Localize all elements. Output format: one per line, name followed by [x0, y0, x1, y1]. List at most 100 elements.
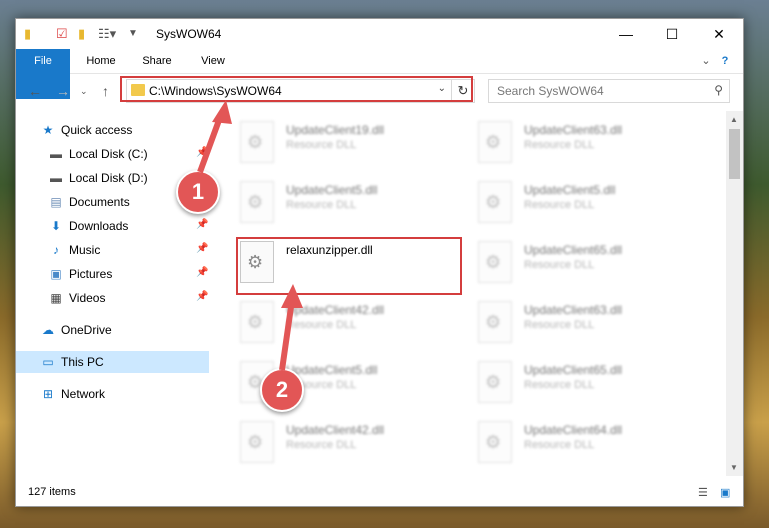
sidebar-item-downloads[interactable]: ⬇ Downloads 📌: [16, 215, 209, 237]
tab-share[interactable]: Share: [134, 49, 180, 73]
file-item[interactable]: ⚙ UpdateClient65.dll Resource DLL: [472, 357, 692, 407]
file-description: Resource DLL: [524, 259, 595, 271]
dll-file-icon: ⚙: [478, 181, 512, 223]
file-name: UpdateClient5.dll: [286, 183, 378, 197]
file-item[interactable]: ⚙ UpdateClient65.dll Resource DLL: [472, 237, 692, 287]
sidebar-item-label: Network: [61, 387, 106, 401]
computer-icon: ▭: [42, 355, 54, 369]
customize-toolbar-icon[interactable]: ☷▾: [98, 26, 116, 42]
sidebar-item-label: OneDrive: [61, 323, 112, 337]
dll-file-icon: ⚙: [240, 421, 274, 463]
gear-icon: ⚙: [485, 372, 502, 392]
drive-icon: ▬: [50, 147, 62, 161]
maximize-button[interactable]: ☐: [649, 19, 695, 49]
file-description: Resource DLL: [286, 319, 357, 331]
tab-view[interactable]: View: [190, 49, 236, 73]
sidebar-item-label: Downloads: [69, 219, 129, 233]
ribbon-expand-icon[interactable]: ⌄: [698, 49, 714, 73]
large-icons-view-icon[interactable]: ▣: [720, 486, 730, 499]
file-item[interactable]: ⚙ UpdateClient5.dll Resource DLL: [472, 177, 692, 227]
sidebar-item-label: This PC: [61, 355, 104, 369]
file-name: UpdateClient63.dll: [524, 303, 623, 317]
file-name: UpdateClient5.dll: [524, 183, 616, 197]
sidebar-item-onedrive[interactable]: ☁ OneDrive: [16, 319, 209, 341]
details-view-icon[interactable]: ☰: [698, 486, 708, 499]
dropdown-icon[interactable]: ▼: [128, 28, 138, 39]
pin-icon: 📌: [196, 219, 209, 230]
sidebar-item-label: Pictures: [69, 267, 113, 281]
gear-icon: ⚙: [485, 192, 502, 212]
file-name: UpdateClient42.dll: [286, 303, 385, 317]
gear-icon: ⚙: [247, 132, 264, 152]
file-name: UpdateClient65.dll: [524, 243, 623, 257]
videos-icon: ▦: [50, 291, 62, 305]
file-name: UpdateClient19.dll: [286, 123, 385, 137]
file-name: UpdateClient64.dll: [524, 423, 623, 437]
pin-icon: 📌: [196, 147, 209, 158]
file-item[interactable]: ⚙ UpdateClient19.dll Resource DLL: [234, 117, 454, 167]
back-icon[interactable]: ←: [28, 83, 42, 99]
file-item[interactable]: ⚙ UpdateClient42.dll Resource DLL: [234, 297, 454, 347]
sidebar-item-network[interactable]: ⊞ Network: [16, 383, 209, 405]
tab-home[interactable]: Home: [78, 49, 124, 73]
file-item[interactable]: ⚙ UpdateClient63.dll Resource DLL: [472, 297, 692, 347]
forward-icon[interactable]: →: [56, 83, 70, 99]
step-2-badge: 2: [260, 368, 304, 412]
sidebar-item-music[interactable]: ♪ Music 📌: [16, 239, 209, 261]
file-item[interactable]: ⚙ UpdateClient5.dll Resource DLL: [234, 177, 454, 227]
dll-file-icon: ⚙: [240, 181, 274, 223]
pin-icon: 📌: [196, 291, 209, 302]
help-icon[interactable]: ?: [716, 49, 734, 73]
file-name: UpdateClient65.dll: [524, 363, 623, 377]
sidebar-item-this-pc[interactable]: ▭ This PC: [16, 351, 209, 373]
file-item[interactable]: ⚙ UpdateClient63.dll Resource DLL: [472, 117, 692, 167]
close-button[interactable]: ✕: [696, 19, 742, 49]
folder-icon: ▮: [24, 26, 32, 41]
sidebar-item-pictures[interactable]: ▣ Pictures 📌: [16, 263, 209, 285]
dll-file-icon: ⚙: [478, 241, 512, 283]
sidebar-item-local-disk-c[interactable]: ▬ Local Disk (C:) 📌: [16, 143, 209, 165]
address-highlight: [120, 76, 473, 102]
recent-locations-icon[interactable]: ⌄: [80, 86, 88, 97]
dll-file-icon: ⚙: [478, 121, 512, 163]
file-description: Resource DLL: [524, 199, 595, 211]
scrollbar-thumb[interactable]: [729, 129, 740, 179]
new-folder-icon[interactable]: ▮: [78, 26, 85, 42]
file-name: UpdateClient42.dll: [286, 423, 385, 437]
file-description: Resource DLL: [286, 439, 357, 451]
status-bar: 127 items ☰ ▣: [16, 481, 743, 505]
dll-file-icon: ⚙: [478, 421, 512, 463]
sidebar-item-label: Local Disk (C:): [69, 147, 148, 161]
scroll-down-icon[interactable]: ▼: [730, 463, 738, 472]
step-1-badge: 1: [176, 170, 220, 214]
file-item[interactable]: ⚙ UpdateClient42.dll Resource DLL: [234, 417, 454, 467]
address-row: ← → ⌄ ↑ C:\Windows\SysWOW64 ⌄ ↻ Search S…: [16, 74, 743, 108]
network-icon: ⊞: [42, 387, 54, 401]
search-placeholder: Search SysWOW64: [497, 84, 604, 98]
drive-icon: ▬: [50, 171, 62, 185]
pin-icon: 📌: [196, 267, 209, 278]
dll-file-icon: ⚙: [240, 301, 274, 343]
search-input[interactable]: Search SysWOW64 ⚲: [488, 79, 730, 103]
pictures-icon: ▣: [50, 267, 62, 281]
ribbon: File Home Share View ⌄ ?: [16, 49, 743, 99]
star-icon: ★: [42, 123, 54, 137]
gear-icon: ⚙: [485, 312, 502, 332]
properties-icon[interactable]: ☑: [56, 26, 68, 42]
file-description: Resource DLL: [524, 139, 595, 151]
vertical-scrollbar[interactable]: ▲ ▼: [726, 111, 743, 476]
explorer-window: ▮ ☑ ▮ ☷▾ ▼ SysWOW64 — ☐ ✕ File Home Shar…: [15, 18, 744, 507]
minimize-button[interactable]: —: [603, 19, 649, 49]
gear-icon: ⚙: [247, 432, 264, 452]
sidebar-item-videos[interactable]: ▦ Videos 📌: [16, 287, 209, 309]
up-icon[interactable]: ↑: [102, 83, 109, 99]
scroll-up-icon[interactable]: ▲: [730, 115, 738, 124]
dll-file-icon: ⚙: [478, 361, 512, 403]
gear-icon: ⚙: [485, 252, 502, 272]
sidebar-item-label: Documents: [69, 195, 130, 209]
sidebar-item-quick-access[interactable]: ★ Quick access: [16, 119, 209, 141]
file-item[interactable]: ⚙ UpdateClient64.dll Resource DLL: [472, 417, 692, 467]
dll-file-icon: ⚙: [240, 121, 274, 163]
navigation-pane: ★ Quick access ▬ Local Disk (C:) 📌 ▬ Loc…: [16, 111, 211, 476]
sidebar-item-label: Quick access: [61, 123, 133, 137]
